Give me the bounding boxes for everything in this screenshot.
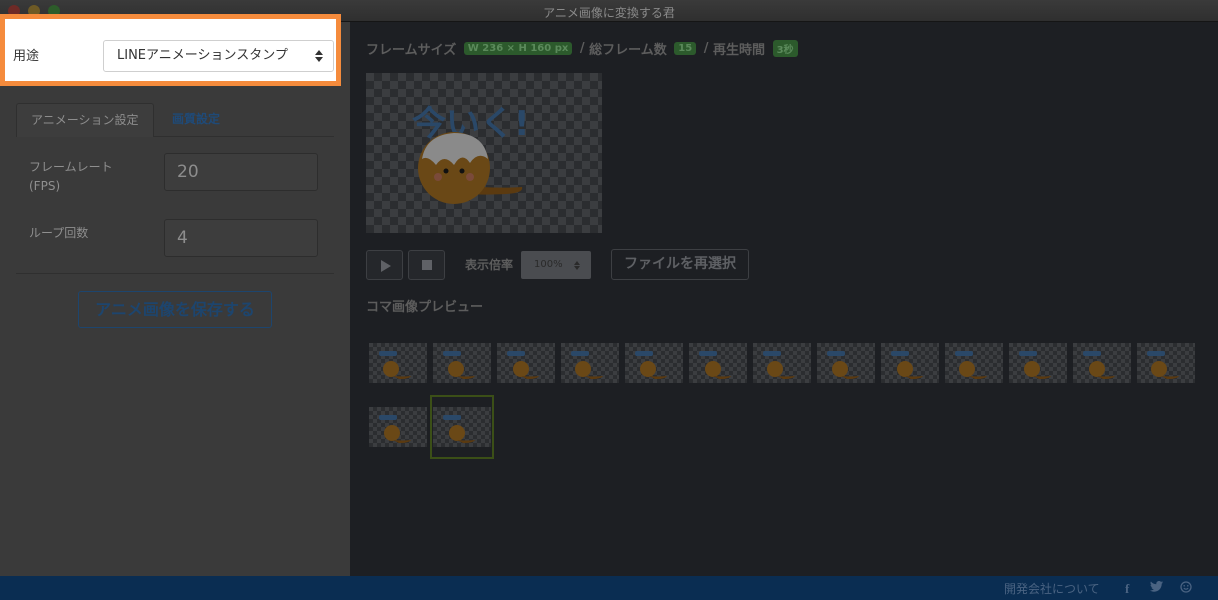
fps-label: フレームレート (FPS) [29, 158, 113, 196]
tab-quality-settings[interactable]: 画質設定 [158, 103, 234, 137]
smile-icon[interactable] [1180, 581, 1192, 596]
frame-thumbnail[interactable] [689, 343, 747, 383]
play-icon [381, 260, 391, 272]
frame-info-line: フレームサイズ W 236 × H 160 px / 総フレーム数 15 / 再… [366, 39, 801, 58]
fps-input[interactable]: 20 [164, 153, 318, 191]
frame-thumbnail[interactable] [369, 407, 427, 447]
frame-thumbnail[interactable] [881, 343, 939, 383]
takoyaki-sticker-image: 今いく! [412, 104, 530, 204]
frame-thumbnail[interactable] [561, 343, 619, 383]
duration-badge: 3秒 [772, 40, 798, 57]
settings-panel: アニメーション設定 画質設定 フレームレート (FPS) 20 ループ回数 4 … [0, 22, 350, 576]
fps-label-line2: (FPS) [29, 179, 61, 193]
total-frames-badge: 15 [674, 42, 697, 55]
purpose-select[interactable]: LINEアニメーションスタンプ [103, 40, 334, 72]
frame-thumbnail[interactable] [369, 343, 427, 383]
select-arrows-icon [574, 261, 580, 271]
divider [16, 273, 334, 274]
purpose-select-value: LINEアニメーションスタンプ [117, 48, 288, 63]
stop-button[interactable] [408, 250, 445, 280]
twitter-icon[interactable] [1150, 581, 1163, 595]
tab-animation-settings[interactable]: アニメーション設定 [16, 103, 154, 137]
select-arrows-icon [315, 50, 323, 62]
total-frames-label: 総フレーム数 [589, 43, 667, 58]
loop-count-label: ループ回数 [29, 226, 89, 240]
about-company-link[interactable]: 開発会社について [1004, 580, 1100, 597]
frame-thumbnail[interactable] [945, 343, 1003, 383]
zoom-label: 表示倍率 [465, 258, 514, 272]
facebook-icon[interactable]: f [1125, 581, 1129, 597]
duration-label: 再生時間 [713, 43, 766, 58]
reselect-file-button[interactable]: ファイルを再選択 [611, 249, 749, 280]
frame-thumbnail[interactable] [1073, 343, 1131, 383]
save-animation-button[interactable]: アニメ画像を保存する [78, 291, 272, 328]
frame-thumbnail[interactable] [753, 343, 811, 383]
selected-frame-outline [430, 395, 494, 459]
stop-icon [422, 260, 432, 270]
animation-preview: 今いく! [366, 73, 602, 233]
frame-size-badge: W 236 × H 160 px [463, 42, 573, 55]
frames-preview-title: コマ画像プレビュー [366, 300, 484, 315]
purpose-highlight-box: 用途 LINEアニメーションスタンプ [0, 14, 341, 86]
purpose-label: 用途 [13, 49, 40, 64]
zoom-select[interactable]: 100% [521, 251, 591, 279]
frame-thumbnail[interactable] [497, 343, 555, 383]
info-separator: / [703, 41, 709, 56]
frame-thumbnail[interactable] [1137, 343, 1195, 383]
info-separator: / [579, 41, 585, 56]
settings-tabs: アニメーション設定 画質設定 [16, 103, 334, 137]
status-bar: 開発会社について f [0, 576, 1218, 600]
frame-thumbnail[interactable] [1009, 343, 1067, 383]
frame-thumbnail[interactable] [817, 343, 875, 383]
play-button[interactable] [366, 250, 403, 280]
preview-panel: フレームサイズ W 236 × H 160 px / 総フレーム数 15 / 再… [350, 22, 1218, 576]
fps-label-line1: フレームレート [29, 160, 113, 174]
frame-size-label: フレームサイズ [366, 43, 457, 58]
loop-count-input[interactable]: 4 [164, 219, 318, 257]
frame-thumbnail[interactable] [433, 343, 491, 383]
frame-thumbnail[interactable] [625, 343, 683, 383]
zoom-select-value: 100% [534, 259, 563, 270]
